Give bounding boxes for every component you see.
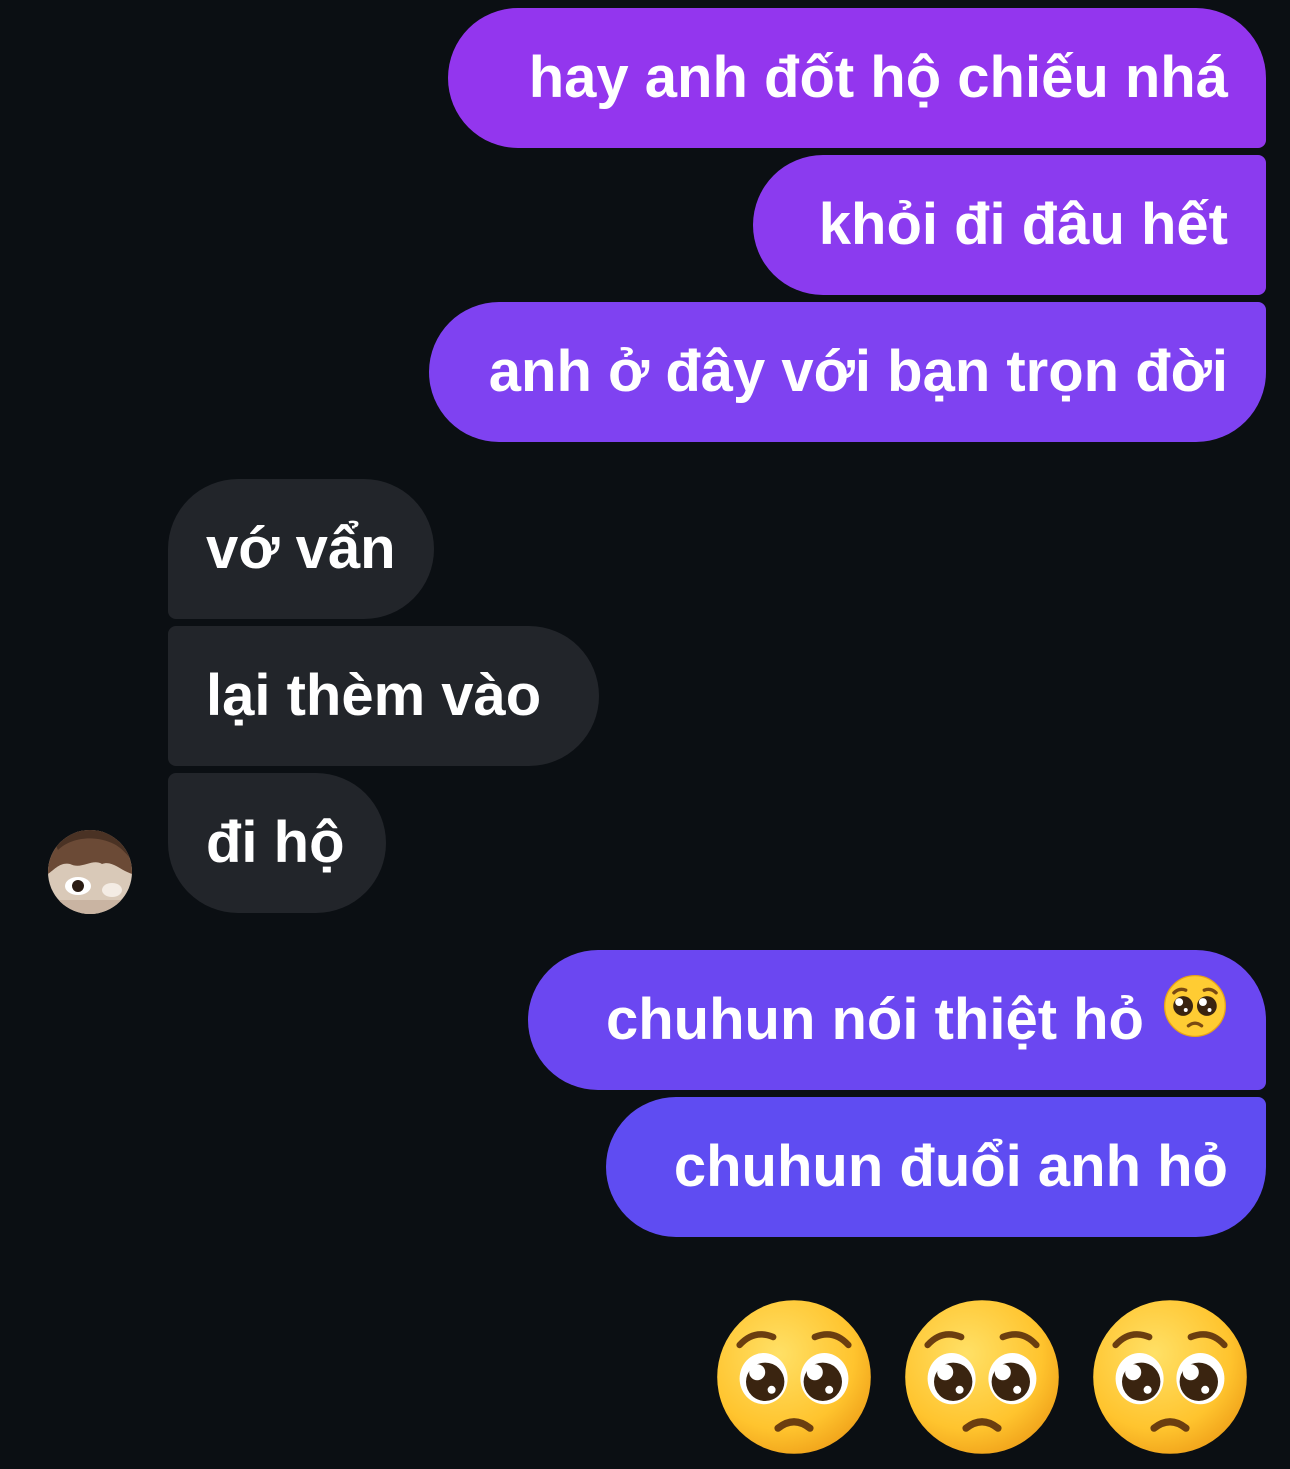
message-text: khỏi đi đâu hết [818, 192, 1228, 257]
outgoing-message-bubble[interactable]: anh ở đây với bạn trọn đời [429, 302, 1266, 442]
outgoing-message-bubble[interactable]: hay anh đốt hộ chiếu nhá [448, 8, 1266, 148]
pleading-face-icon [1093, 1300, 1247, 1454]
message-text: đi hộ [206, 810, 345, 875]
message-text: chuhun đuổi anh hỏ [673, 1134, 1228, 1199]
outgoing-message-bubble[interactable]: chuhun nói thiệt hỏ [528, 950, 1266, 1090]
incoming-message-bubble[interactable]: lại thèm vào [168, 626, 599, 766]
incoming-message-bubble[interactable]: vớ vẩn [168, 479, 434, 619]
avatar-photo [48, 830, 132, 914]
message-text: anh ở đây với bạn trọn đời [488, 339, 1228, 404]
outgoing-message-bubble[interactable]: khỏi đi đâu hết [753, 155, 1266, 295]
pleading-face-icon [717, 1300, 871, 1454]
big-emoji-message[interactable] [714, 1297, 1250, 1457]
message-text: hay anh đốt hộ chiếu nhá [528, 45, 1228, 110]
pleading-face-icon [905, 1300, 1059, 1454]
pleading-face-icon [1162, 950, 1228, 1090]
outgoing-message-bubble[interactable]: chuhun đuổi anh hỏ [606, 1097, 1266, 1237]
message-text: chuhun nói thiệt hỏ [605, 987, 1144, 1052]
incoming-message-bubble[interactable]: đi hộ [168, 773, 386, 913]
sender-avatar[interactable] [48, 830, 132, 914]
message-text: lại thèm vào [206, 663, 542, 728]
message-text: vớ vẩn [206, 516, 396, 581]
